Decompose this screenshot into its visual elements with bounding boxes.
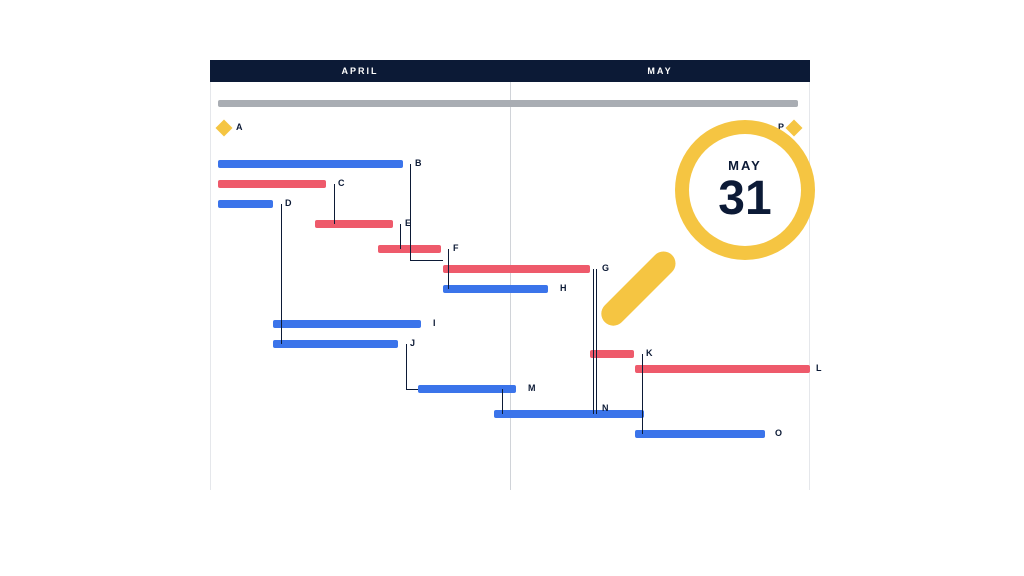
milestone-a-icon — [216, 120, 233, 137]
magnifier-icon: MAY 31 — [640, 120, 840, 320]
connector — [281, 204, 282, 344]
task-d-label: D — [285, 198, 292, 208]
task-n-label: N — [602, 403, 609, 413]
task-d-bar — [218, 200, 273, 208]
task-n-bar — [494, 410, 644, 418]
connector — [410, 260, 443, 261]
connector — [642, 354, 643, 434]
connector — [406, 344, 407, 389]
task-i-label: I — [433, 318, 436, 328]
connector — [334, 184, 335, 224]
connector — [410, 164, 411, 260]
connector — [596, 269, 597, 414]
header-april: APRIL — [210, 60, 510, 82]
chart-left-border — [210, 82, 211, 490]
task-l-label: L — [816, 363, 822, 373]
magnifier-ring: MAY 31 — [675, 120, 815, 260]
header-may: MAY — [510, 60, 810, 82]
task-f-label: F — [453, 243, 459, 253]
connector — [502, 389, 503, 414]
task-j-label: J — [410, 338, 415, 348]
task-g-label: G — [602, 263, 609, 273]
task-h-bar — [443, 285, 548, 293]
task-b-bar — [218, 160, 403, 168]
connector — [406, 389, 418, 390]
task-e-bar — [315, 220, 393, 228]
task-o-bar — [635, 430, 765, 438]
month-header: APRIL MAY — [210, 60, 810, 82]
connector — [400, 224, 401, 249]
connector — [448, 249, 449, 289]
magnifier-lens: MAY 31 — [689, 134, 801, 246]
task-m-label: M — [528, 383, 536, 393]
task-g-bar — [443, 265, 590, 273]
magnifier-month: MAY — [728, 158, 762, 173]
task-k-label: K — [646, 348, 653, 358]
task-l-bar — [635, 365, 810, 373]
connector — [593, 269, 594, 414]
task-o-label: O — [775, 428, 782, 438]
task-i-bar — [273, 320, 421, 328]
task-c-bar — [218, 180, 326, 188]
task-b-label: B — [415, 158, 422, 168]
task-h-label: H — [560, 283, 567, 293]
task-j-bar — [273, 340, 398, 348]
magnifier-day: 31 — [718, 175, 771, 223]
summary-bar — [218, 100, 798, 107]
task-c-label: C — [338, 178, 345, 188]
milestone-a-label: A — [236, 122, 243, 132]
